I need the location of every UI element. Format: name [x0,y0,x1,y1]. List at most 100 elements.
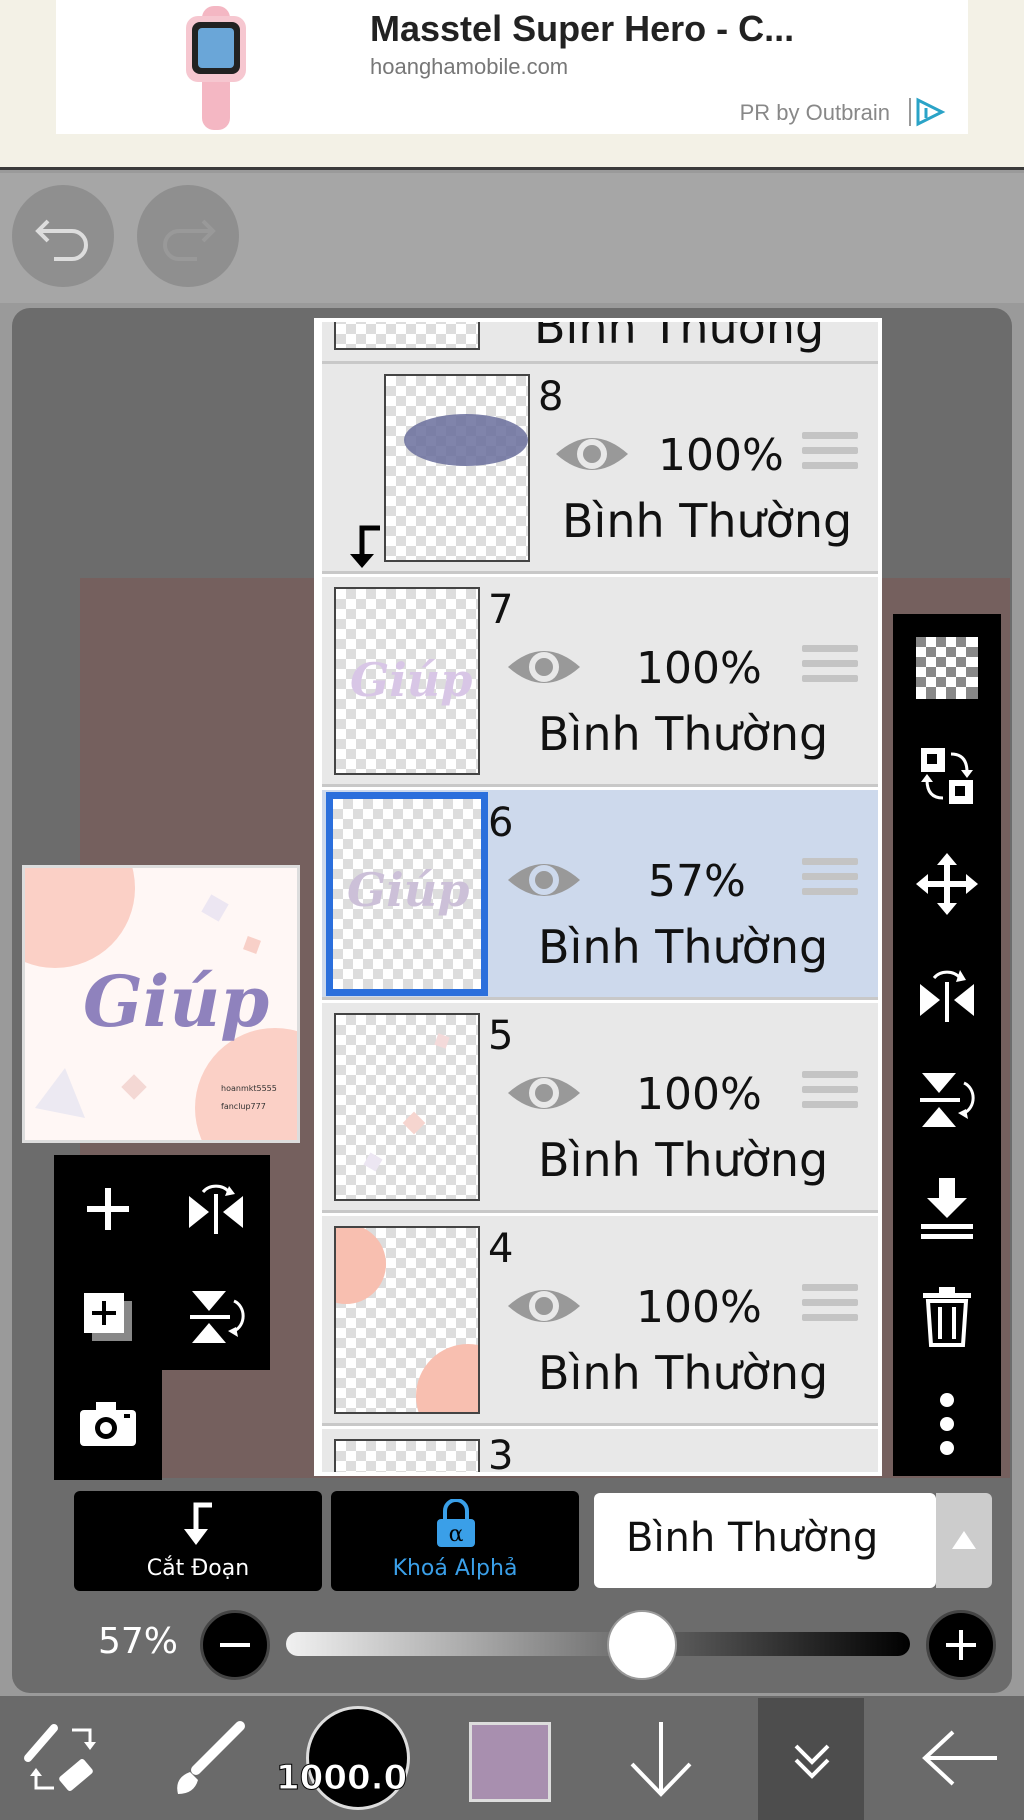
layer-item-9[interactable]: Bình Thường [322,322,878,364]
layer-thumbnail [334,1226,480,1414]
layer-item-6[interactable]: Giúp 6 57% Bình Thường [322,790,878,1000]
color-swatch-button[interactable] [469,1722,551,1802]
layer-thumbnail: Giúp [334,587,480,775]
left-layer-tools-lower [54,1370,162,1480]
drag-handle-icon[interactable] [802,1284,858,1328]
add-layer-button[interactable] [54,1155,162,1263]
flip-vertical-layer-button[interactable] [893,1046,1001,1154]
flip-horizontal-button[interactable] [162,1155,270,1263]
merge-down-button[interactable] [893,1154,1001,1262]
layer-thumbnail [334,322,480,350]
outbrain-logo-icon [909,97,946,127]
layers-panel[interactable]: Bình Thường 8 100% Bình Thường Giúp 7 10… [314,318,882,1476]
layer-thumbnail [334,1013,480,1201]
more-options-button[interactable] [893,1370,1001,1478]
redo-button[interactable] [137,185,239,287]
drag-handle-icon[interactable] [802,432,858,476]
opacity-slider-knob[interactable] [606,1610,677,1680]
blend-mode-dropdown-button[interactable] [936,1493,992,1588]
transparent-fill-button[interactable] [893,614,1001,722]
ad-title[interactable]: Masstel Super Hero - C... [370,8,794,50]
opacity-decrease-button[interactable] [200,1610,270,1680]
clipping-label: Cắt Đoạn [146,1556,250,1581]
ad-attribution: PR by Outbrain [739,100,890,125]
ad-banner[interactable]: Masstel Super Hero - C... hoanghamobile.… [0,0,1024,170]
move-button[interactable] [893,830,1001,938]
layer-blend-mode[interactable]: Bình Thường [534,322,824,354]
layer-blend-mode[interactable]: Bình Thường [538,707,828,761]
drag-handle-icon[interactable] [802,1071,858,1115]
layer-number: 5 [488,1013,514,1059]
opacity-label: 57% [98,1621,179,1662]
preview-small-text-1: hoanmkt5555 [221,1084,277,1093]
svg-text:α: α [449,1522,464,1547]
layer-number: 4 [488,1226,514,1272]
layer-opacity: 100% [636,643,762,694]
flip-horizontal-icon [920,970,974,1022]
alpha-lock-button[interactable]: α Khoá Alphả [331,1491,579,1591]
layer-item-3[interactable]: 3 [322,1429,878,1476]
layer-opacity: 100% [636,1069,762,1120]
opacity-increase-button[interactable] [926,1610,996,1680]
brush-eraser-switch-icon [24,1724,96,1791]
eye-icon[interactable] [554,430,630,478]
layer-number: 8 [538,374,564,420]
undo-button[interactable] [12,185,114,287]
brush-eraser-switch-button[interactable] [8,1700,118,1816]
trash-icon [923,1287,971,1347]
duplicate-layer-button[interactable] [54,1263,162,1371]
layer-opacity: 57% [648,856,746,907]
layer-item-4[interactable]: 4 100% Bình Thường [322,1216,878,1426]
layers-tab-button[interactable] [758,1698,864,1820]
eye-icon[interactable] [506,1282,582,1330]
flip-horizontal-icon [189,1184,243,1234]
plus-icon [87,1188,129,1230]
plus-icon [946,1630,976,1660]
layer-opacity: 100% [636,1282,762,1333]
arrow-down-icon [630,1722,692,1797]
opacity-slider-track[interactable] [286,1632,910,1656]
flip-horizontal-layer-button[interactable] [893,938,1001,1046]
layer-blend-mode[interactable]: Bình Thường [538,920,828,974]
layer-blend-mode[interactable]: Bình Thường [538,1346,828,1400]
redo-icon [163,219,216,261]
merge-down-icon [921,1178,973,1239]
import-photo-button[interactable] [54,1370,162,1478]
layer-item-8[interactable]: 8 100% Bình Thường [322,364,878,574]
delete-layer-button[interactable] [893,1262,1001,1370]
eye-icon[interactable] [506,643,582,691]
swap-layer-button[interactable] [893,722,1001,830]
layer-blend-mode[interactable]: Bình Thường [538,1133,828,1187]
brush-size-label: 1000.0 [275,1758,408,1799]
layer-opacity: 100% [658,430,784,481]
caret-up-icon [952,1531,976,1549]
eye-icon[interactable] [506,856,582,904]
preview-title-text: Giúp [83,960,270,1043]
layer-item-5[interactable]: 5 100% Bình Thường [322,1003,878,1213]
flip-vertical-button[interactable] [162,1263,270,1371]
layer-item-7[interactable]: Giúp 7 100% Bình Thường [322,577,878,787]
checkerboard-icon [916,637,978,699]
eye-icon[interactable] [506,1069,582,1117]
ad-domain: hoanghamobile.com [370,54,569,79]
alpha-lock-label: Khoá Alphả [392,1556,518,1581]
lock-icon: α [437,1499,475,1547]
clipping-button[interactable]: Cắt Đoạn [74,1491,322,1591]
layer-4-content [336,1228,478,1412]
drag-handle-icon[interactable] [802,858,858,902]
flip-vertical-icon [190,1291,245,1343]
blend-mode-select[interactable]: Bình Thường [594,1493,936,1588]
more-vertical-icon [940,1393,954,1455]
left-layer-tools [54,1155,270,1370]
layer-blend-mode[interactable]: Bình Thường [562,494,852,548]
brush-tool-button[interactable] [154,1700,264,1816]
blend-mode-value: Bình Thường [626,1515,879,1561]
chevron-double-down-icon [794,1744,830,1779]
layer-number: 3 [488,1433,514,1476]
swap-icon [921,748,973,804]
drag-handle-icon[interactable] [802,645,858,689]
ad-card[interactable]: Masstel Super Hero - C... hoanghamobile.… [56,0,968,134]
canvas-preview-thumbnail[interactable]: Giúp hoanmkt5555 fanclup777 [22,865,300,1143]
layer-down-button[interactable] [606,1700,716,1816]
back-button[interactable] [904,1700,1014,1816]
